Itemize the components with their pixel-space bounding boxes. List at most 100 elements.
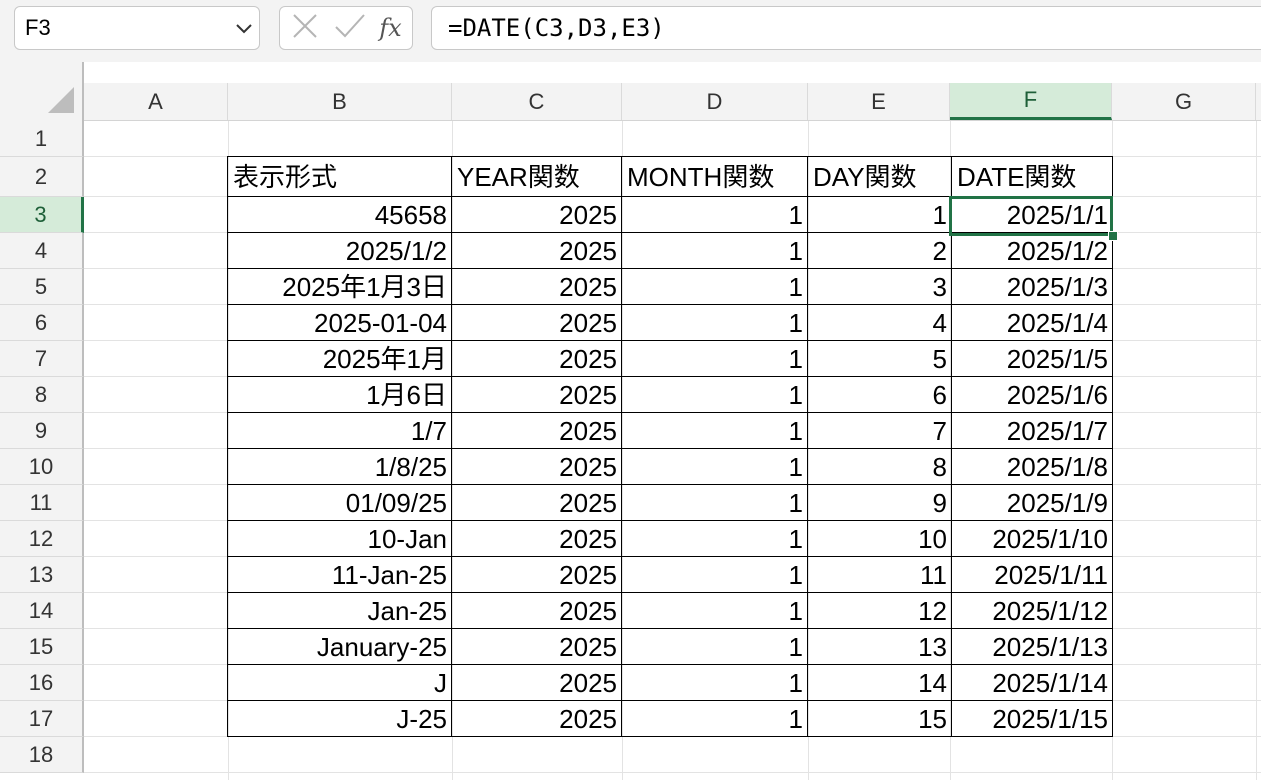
cell-date[interactable]: 2025/1/7 [951,412,1113,449]
cell-day[interactable]: 3 [807,268,952,305]
cell-year[interactable]: 2025 [451,484,622,521]
cell-year[interactable]: 2025 [451,232,622,269]
cell-display-format[interactable]: J [227,664,452,701]
cell-display-format[interactable]: 1/7 [227,412,452,449]
cell-year[interactable]: 2025 [451,448,622,485]
chevron-down-icon[interactable] [229,7,259,49]
cell-year[interactable]: 2025 [451,700,622,737]
cell-display-format[interactable]: 1/8/25 [227,448,452,485]
cell-month[interactable]: 1 [621,700,808,737]
column-header-c[interactable]: C [452,83,622,120]
cell-display-format[interactable]: 2025/1/2 [227,232,452,269]
cell-year[interactable]: 2025 [451,664,622,701]
row-header-4[interactable]: 4 [0,233,84,269]
cell-year[interactable]: 2025 [451,304,622,341]
cell-day[interactable]: 11 [807,556,952,593]
cell-display-format[interactable]: 45658 [227,196,452,233]
header-cell-display-format[interactable]: 表示形式 [227,156,452,197]
cell-month[interactable]: 1 [621,556,808,593]
cell-day[interactable]: 8 [807,448,952,485]
cell-month[interactable]: 1 [621,376,808,413]
cell-day[interactable]: 7 [807,412,952,449]
name-box-value[interactable]: F3 [15,15,229,41]
select-all-triangle-icon[interactable] [48,87,74,113]
cell-display-format[interactable]: 2025年1月3日 [227,268,452,305]
cell-date[interactable]: 2025/1/11 [951,556,1113,593]
row-header-11[interactable]: 11 [0,485,84,521]
cell-month[interactable]: 1 [621,628,808,665]
row-header-9[interactable]: 9 [0,413,84,449]
insert-function-icon[interactable]: fx [379,14,401,42]
cell-date[interactable]: 2025/1/4 [951,304,1113,341]
row-header-3[interactable]: 3 [0,197,84,233]
cell-month[interactable]: 1 [621,592,808,629]
cell-year[interactable]: 2025 [451,556,622,593]
header-cell-day[interactable]: DAY関数 [807,156,952,197]
cell-display-format[interactable]: 10-Jan [227,520,452,557]
cell-day[interactable]: 15 [807,700,952,737]
cell-day[interactable]: 5 [807,340,952,377]
cell-display-format[interactable]: J-25 [227,700,452,737]
cell-month[interactable]: 1 [621,484,808,521]
cell-year[interactable]: 2025 [451,628,622,665]
cell-date[interactable]: 2025/1/1 [951,196,1113,233]
cell-date[interactable]: 2025/1/3 [951,268,1113,305]
fill-handle[interactable] [1108,231,1118,241]
row-header-18[interactable]: 18 [0,737,84,773]
cell-year[interactable]: 2025 [451,340,622,377]
cell-date[interactable]: 2025/1/8 [951,448,1113,485]
cancel-icon[interactable] [290,11,320,45]
confirm-icon[interactable] [333,11,367,45]
header-cell-month[interactable]: MONTH関数 [621,156,808,197]
cell-day[interactable]: 1 [807,196,952,233]
cell-day[interactable]: 9 [807,484,952,521]
cell-month[interactable]: 1 [621,268,808,305]
cell-day[interactable]: 12 [807,592,952,629]
cell-year[interactable]: 2025 [451,268,622,305]
cell-month[interactable]: 1 [621,196,808,233]
row-header-14[interactable]: 14 [0,593,84,629]
row-header-1[interactable]: 1 [0,121,84,157]
cell-day[interactable]: 6 [807,376,952,413]
cell-year[interactable]: 2025 [451,520,622,557]
cell-display-format[interactable]: 2025-01-04 [227,304,452,341]
row-header-10[interactable]: 10 [0,449,84,485]
cell-month[interactable]: 1 [621,412,808,449]
row-header-5[interactable]: 5 [0,269,84,305]
column-header-d[interactable]: D [622,83,808,120]
cell-display-format[interactable]: 1月6日 [227,376,452,413]
cell-day[interactable]: 10 [807,520,952,557]
row-header-8[interactable]: 8 [0,377,84,413]
cell-date[interactable]: 2025/1/6 [951,376,1113,413]
cell-month[interactable]: 1 [621,340,808,377]
header-cell-date[interactable]: DATE関数 [951,156,1113,197]
cell-display-format[interactable]: January-25 [227,628,452,665]
row-header-12[interactable]: 12 [0,521,84,557]
cell-display-format[interactable]: 2025年1月 [227,340,452,377]
cell-day[interactable]: 4 [807,304,952,341]
cell-date[interactable]: 2025/1/5 [951,340,1113,377]
cell-year[interactable]: 2025 [451,376,622,413]
cell-date[interactable]: 2025/1/14 [951,664,1113,701]
row-header-6[interactable]: 6 [0,305,84,341]
cell-date[interactable]: 2025/1/13 [951,628,1113,665]
cell-month[interactable]: 1 [621,448,808,485]
row-header-17[interactable]: 17 [0,701,84,737]
formula-text[interactable]: =DATE(C3,D3,E3) [448,14,665,42]
column-header-g[interactable]: G [1112,83,1256,120]
row-header-13[interactable]: 13 [0,557,84,593]
row-header-2[interactable]: 2 [0,157,84,197]
name-box[interactable]: F3 [14,6,260,50]
row-header-16[interactable]: 16 [0,665,84,701]
formula-input[interactable]: =DATE(C3,D3,E3) [431,6,1261,50]
column-header-a[interactable]: A [84,83,228,120]
cell-day[interactable]: 14 [807,664,952,701]
cell-date[interactable]: 2025/1/10 [951,520,1113,557]
cell-date[interactable]: 2025/1/2 [951,232,1113,269]
cell-year[interactable]: 2025 [451,592,622,629]
cell-date[interactable]: 2025/1/12 [951,592,1113,629]
cell-year[interactable]: 2025 [451,196,622,233]
row-header-7[interactable]: 7 [0,341,84,377]
cell-month[interactable]: 1 [621,520,808,557]
row-header-15[interactable]: 15 [0,629,84,665]
